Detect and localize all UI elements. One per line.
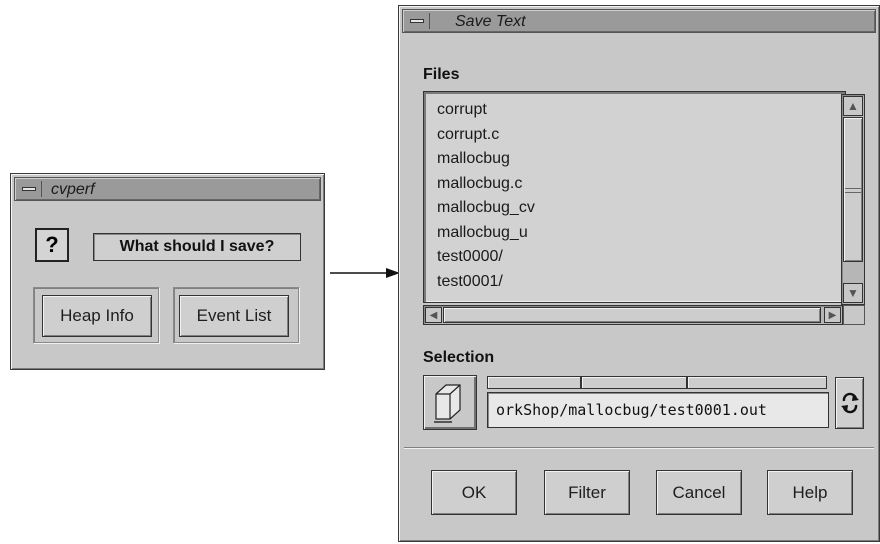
selection-label: Selection xyxy=(423,349,495,366)
vertical-scrollbar[interactable]: ▲ ▼ xyxy=(841,94,865,305)
folder-icon xyxy=(434,384,461,423)
selection-input[interactable]: orkShop/mallocbug/test0001.out xyxy=(487,392,829,428)
list-item[interactable]: mallocbug_u xyxy=(437,221,535,246)
cvperf-titlebar[interactable]: cvperf xyxy=(14,177,321,201)
list-item[interactable]: corrupt xyxy=(437,98,535,123)
heap-info-button[interactable]: Heap Info xyxy=(42,295,152,337)
window-menu-icon[interactable] xyxy=(18,181,42,197)
cancel-button[interactable]: Cancel xyxy=(656,470,742,515)
separator xyxy=(404,447,874,449)
cvperf-dialog: cvperf ? What should I save? Heap Info E… xyxy=(10,173,325,370)
window-title: cvperf xyxy=(51,181,95,198)
refresh-icon xyxy=(840,392,859,414)
path-segment-tab[interactable] xyxy=(581,376,687,389)
event-list-button[interactable]: Event List xyxy=(179,295,289,337)
save-text-titlebar[interactable]: Save Text xyxy=(402,9,876,33)
path-segment-tab[interactable] xyxy=(487,376,581,389)
save-text-dialog: Save Text Files corrupt corrupt.c malloc… xyxy=(398,5,880,542)
question-icon: ? xyxy=(35,228,69,262)
window-title: Save Text xyxy=(455,13,526,30)
list-item[interactable]: mallocbug.c xyxy=(437,172,535,197)
vertical-scroll-thumb[interactable] xyxy=(843,117,863,262)
files-list-items: corrupt corrupt.c mallocbug mallocbug.c … xyxy=(437,98,535,294)
prompt-label: What should I save? xyxy=(93,233,301,261)
list-item[interactable]: mallocbug xyxy=(437,147,535,172)
ok-button[interactable]: OK xyxy=(431,470,517,515)
files-list[interactable]: corrupt corrupt.c mallocbug mallocbug.c … xyxy=(423,91,846,303)
scroll-left-icon[interactable]: ◀ xyxy=(425,307,442,323)
list-item[interactable]: mallocbug_cv xyxy=(437,196,535,221)
files-label: Files xyxy=(423,66,460,83)
scroll-corner xyxy=(843,305,865,325)
filter-button[interactable]: Filter xyxy=(544,470,630,515)
scroll-right-icon[interactable]: ▶ xyxy=(824,307,841,323)
scroll-up-icon[interactable]: ▲ xyxy=(843,96,863,116)
list-item[interactable]: corrupt.c xyxy=(437,123,535,148)
right-arrow-icon xyxy=(330,268,400,278)
help-button[interactable]: Help xyxy=(767,470,853,515)
path-segments xyxy=(487,376,827,390)
scroll-down-icon[interactable]: ▼ xyxy=(843,283,863,303)
list-item[interactable]: test0001/ xyxy=(437,270,535,295)
window-menu-icon[interactable] xyxy=(406,13,430,29)
folder-button[interactable] xyxy=(423,375,477,430)
path-segment-tab[interactable] xyxy=(687,376,827,389)
refresh-button[interactable] xyxy=(835,377,864,429)
horizontal-scrollbar[interactable]: ◀ ▶ xyxy=(423,305,843,325)
horizontal-scroll-thumb[interactable] xyxy=(443,307,821,323)
list-item[interactable]: test0000/ xyxy=(437,245,535,270)
